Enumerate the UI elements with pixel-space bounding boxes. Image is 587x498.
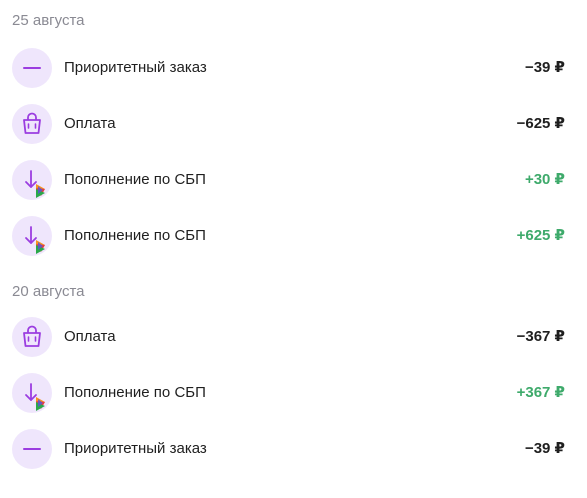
transaction-amount: −39 ₽ xyxy=(524,440,565,457)
transaction-title: Оплата xyxy=(64,115,116,132)
transaction-feed: 25 августа Приоритетный заказ −39 ₽ Оплата −… xyxy=(0,0,587,498)
transaction-amount: −39 ₽ xyxy=(524,59,565,76)
sbp-topup-icon xyxy=(12,160,52,200)
transaction-amount: −625 ₽ xyxy=(516,115,565,132)
transaction-row[interactable]: Пополнение по СБП +30 ₽ xyxy=(0,152,587,208)
transaction-row[interactable]: Оплата −625 ₽ xyxy=(0,96,587,152)
transaction-title: Оплата xyxy=(64,328,116,345)
sbp-topup-icon xyxy=(12,216,52,256)
shopping-bag-icon xyxy=(12,317,52,357)
date-header: 25 августа xyxy=(12,12,85,29)
transaction-row[interactable]: Оплата −367 ₽ xyxy=(0,309,587,365)
minus-icon xyxy=(12,429,52,469)
transaction-row[interactable]: Приоритетный заказ −39 ₽ xyxy=(0,40,587,96)
transaction-amount: +625 ₽ xyxy=(516,227,565,244)
transaction-title: Пополнение по СБП xyxy=(64,171,206,188)
transaction-amount: +367 ₽ xyxy=(516,384,565,401)
transaction-row[interactable]: Пополнение по СБП +625 ₽ xyxy=(0,208,587,264)
sbp-topup-icon xyxy=(12,373,52,413)
transaction-amount: −367 ₽ xyxy=(516,328,565,345)
date-header: 20 августа xyxy=(12,283,85,300)
minus-icon xyxy=(12,48,52,88)
shopping-bag-icon xyxy=(12,104,52,144)
transaction-title: Пополнение по СБП xyxy=(64,384,206,401)
transaction-row[interactable]: Приоритетный заказ −39 ₽ xyxy=(0,421,587,477)
transaction-row[interactable]: Пополнение по СБП +367 ₽ xyxy=(0,365,587,421)
transaction-title: Пополнение по СБП xyxy=(64,227,206,244)
transaction-amount: +30 ₽ xyxy=(524,171,565,188)
transaction-title: Приоритетный заказ xyxy=(64,440,207,457)
transaction-title: Приоритетный заказ xyxy=(64,59,207,76)
